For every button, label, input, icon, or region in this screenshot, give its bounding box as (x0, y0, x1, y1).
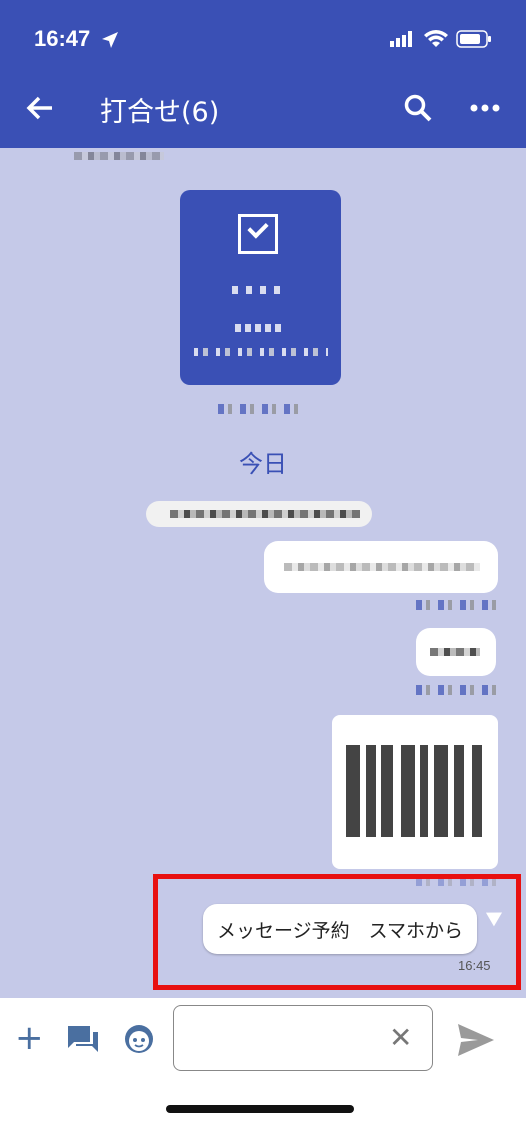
pixelated-text (430, 648, 480, 656)
scheduled-message-bubble[interactable]: メッセージ予約 スマホから (203, 904, 478, 954)
clear-icon[interactable]: ✕ (389, 1022, 412, 1054)
pixelated-text (170, 510, 360, 518)
image-message[interactable] (332, 715, 498, 869)
message-time: 16:45 (458, 958, 491, 973)
page-title: 打合せ(6) (100, 97, 220, 128)
emoji-icon[interactable] (122, 1022, 156, 1056)
chat-area[interactable]: 今日 (0, 148, 526, 998)
pixelated-timestamp (416, 685, 500, 695)
pixelated-timestamp (218, 404, 306, 414)
send-icon[interactable] (456, 1022, 496, 1058)
barcode-image (346, 745, 482, 837)
wifi-icon (424, 30, 448, 47)
status-icons (390, 30, 492, 48)
location-arrow-icon (102, 32, 118, 48)
more-icon[interactable] (470, 104, 500, 112)
pixelated-card-text (235, 324, 281, 332)
message-bubble[interactable] (264, 541, 498, 593)
pixelated-card-text (194, 348, 328, 356)
pixelated-label (74, 152, 164, 160)
system-message (146, 501, 372, 527)
message-bubble[interactable] (416, 628, 496, 676)
date-separator: 今日 (239, 450, 287, 478)
app-header: 16:47 打合せ(6) (0, 0, 526, 148)
battery-icon (456, 30, 491, 48)
pixelated-timestamp (416, 600, 500, 610)
checklist-card[interactable] (180, 190, 341, 385)
home-indicator (166, 1105, 354, 1113)
checkbox-icon (238, 214, 278, 254)
chat-icon[interactable] (66, 1024, 100, 1054)
signal-icon (390, 31, 412, 47)
back-arrow-icon[interactable] (22, 90, 58, 126)
search-icon[interactable] (402, 92, 434, 124)
pixelated-card-text (232, 286, 286, 294)
plus-icon[interactable]: + (15, 1020, 44, 1056)
status-time: 16:47 (34, 26, 91, 51)
pixelated-text (284, 563, 480, 571)
